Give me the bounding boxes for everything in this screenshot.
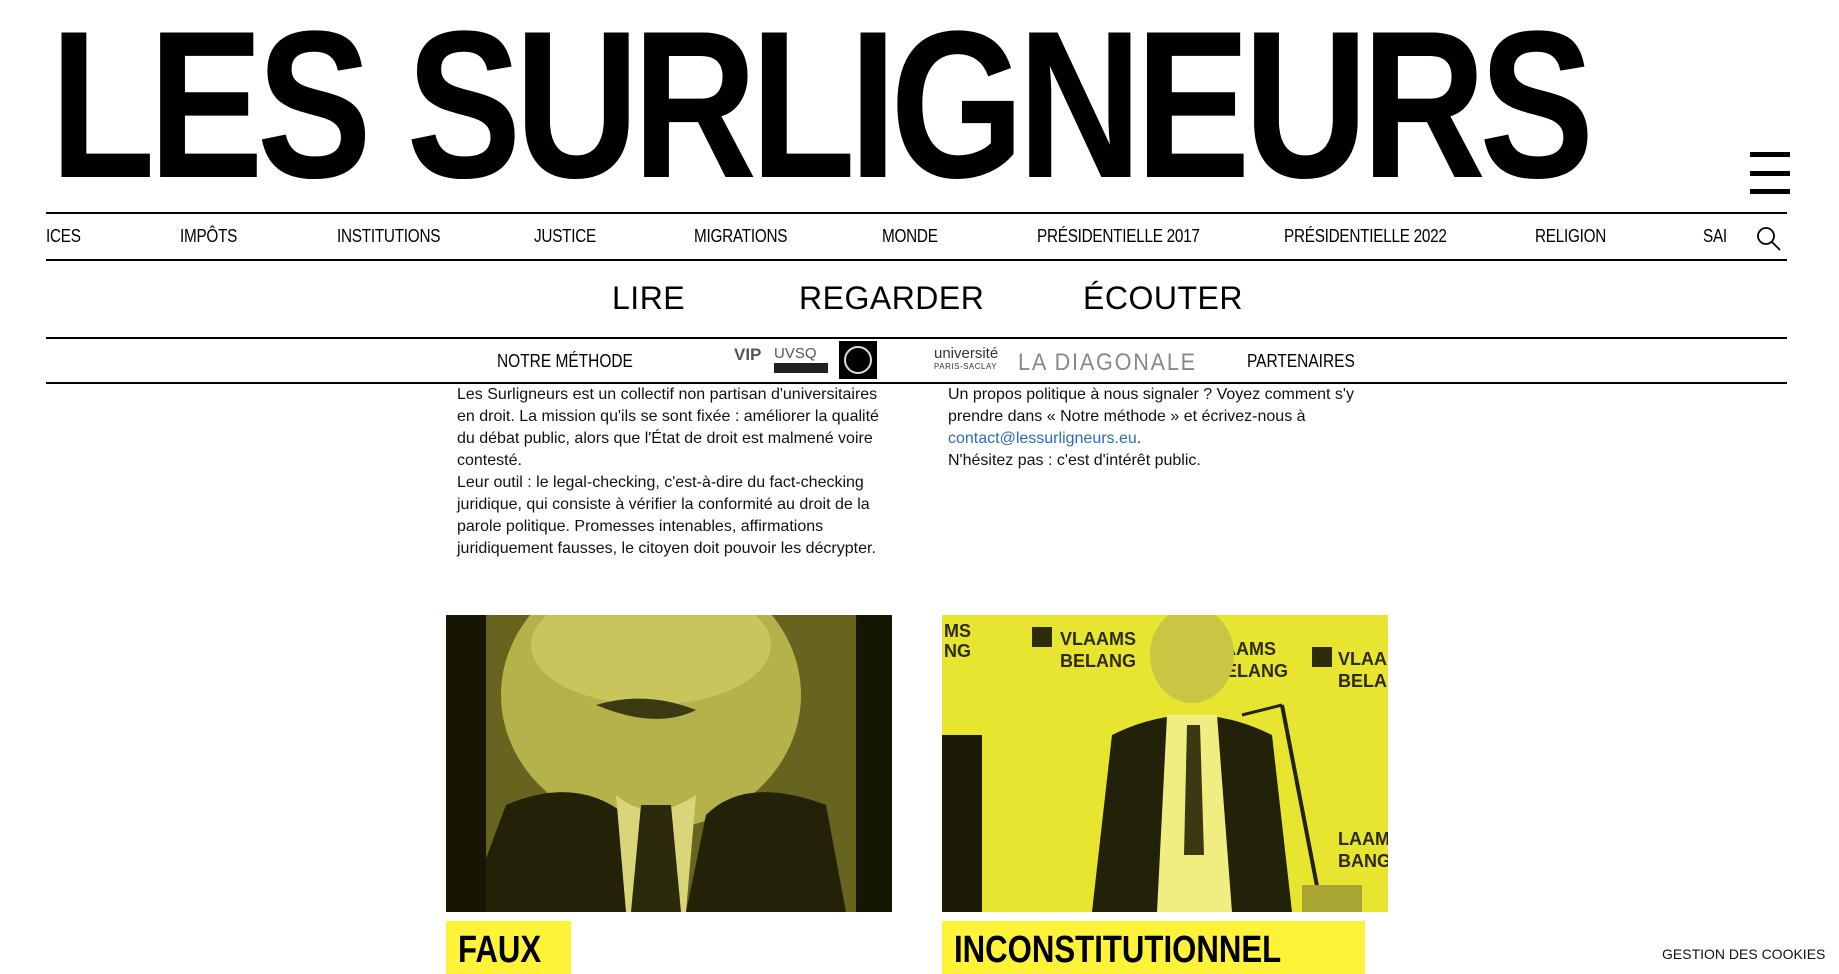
nav-item-ices[interactable]: ICES — [46, 226, 81, 247]
hamburger-menu-icon[interactable] — [1750, 152, 1790, 194]
verdict-badge[interactable]: INCONSTITUTIONNEL — [942, 921, 1365, 974]
tab-ecouter[interactable]: ÉCOUTER — [1083, 280, 1243, 317]
nav-item-impots[interactable]: IMPÔTS — [180, 226, 237, 247]
article-image-1[interactable] — [446, 615, 892, 912]
site-title[interactable]: LES SURLIGNEURS — [50, 0, 1594, 210]
article-image-2[interactable]: MSNG VLAAMSBELANG LAAMSBELANG VLAAMSBELA… — [942, 615, 1388, 912]
search-icon[interactable] — [1756, 226, 1782, 252]
svg-text:BELANG: BELANG — [1338, 671, 1388, 691]
vip-uvsq-logo[interactable]: VIP UVSQ — [670, 345, 830, 375]
cookie-settings-link[interactable]: GESTION DES COOKIES — [1662, 946, 1825, 962]
divider — [46, 259, 1787, 261]
contact-text-2: N'hésitez pas : c'est d'intérêt public. — [948, 452, 1201, 469]
nav-item-presidentielle-2017[interactable]: PRÉSIDENTIELLE 2017 — [1037, 226, 1200, 247]
nav-item-presidentielle-2022[interactable]: PRÉSIDENTIELLE 2022 — [1284, 226, 1447, 247]
category-nav: ICES IMPÔTS INSTITUTIONS JUSTICE MIGRATI… — [46, 214, 1746, 260]
verdict-badge[interactable]: FAUX — [446, 921, 572, 974]
tab-lire[interactable]: LIRE — [612, 280, 685, 317]
partner-circle-logo[interactable] — [839, 341, 877, 379]
tab-regarder[interactable]: REGARDER — [799, 280, 984, 317]
partners-bar: NOTRE MÉTHODE VIP UVSQ université PARIS-… — [46, 339, 1787, 381]
svg-text:VLAAMS: VLAAMS — [1338, 649, 1388, 669]
nav-item-justice[interactable]: JUSTICE — [534, 226, 596, 247]
intro-contact: Un propos politique à nous signaler ? Vo… — [948, 384, 1378, 472]
nav-item-migrations[interactable]: MIGRATIONS — [694, 226, 787, 247]
method-link[interactable]: NOTRE MÉTHODE — [497, 351, 633, 372]
intro-para-1: Les Surligneurs est un collectif non par… — [457, 386, 879, 469]
svg-text:BANG: BANG — [1338, 851, 1388, 871]
divider — [46, 382, 1787, 384]
nav-item-religion[interactable]: RELIGION — [1535, 226, 1606, 247]
nav-item-monde[interactable]: MONDE — [882, 226, 938, 247]
svg-text:BELANG: BELANG — [1060, 651, 1136, 671]
nav-item-sai[interactable]: SAI — [1703, 226, 1727, 247]
svg-text:LAAMS: LAAMS — [1338, 829, 1388, 849]
partners-link[interactable]: PARTENAIRES — [1247, 351, 1355, 372]
contact-email-link[interactable]: contact@lessurligneurs.eu — [948, 430, 1137, 447]
nav-item-institutions[interactable]: INSTITUTIONS — [337, 226, 440, 247]
svg-text:MS: MS — [944, 621, 971, 641]
intro-para-2: Leur outil : le legal-checking, c'est-à-… — [457, 474, 876, 557]
contact-text: Un propos politique à nous signaler ? Vo… — [948, 386, 1354, 447]
svg-text:NG: NG — [944, 641, 971, 661]
paris-saclay-logo[interactable]: université PARIS-SACLAY — [934, 345, 1008, 375]
svg-text:VLAAMS: VLAAMS — [1060, 629, 1136, 649]
la-diagonale-logo[interactable]: LA DIAGONALE — [1018, 349, 1197, 377]
intro-about: Les Surligneurs est un collectif non par… — [457, 384, 897, 560]
